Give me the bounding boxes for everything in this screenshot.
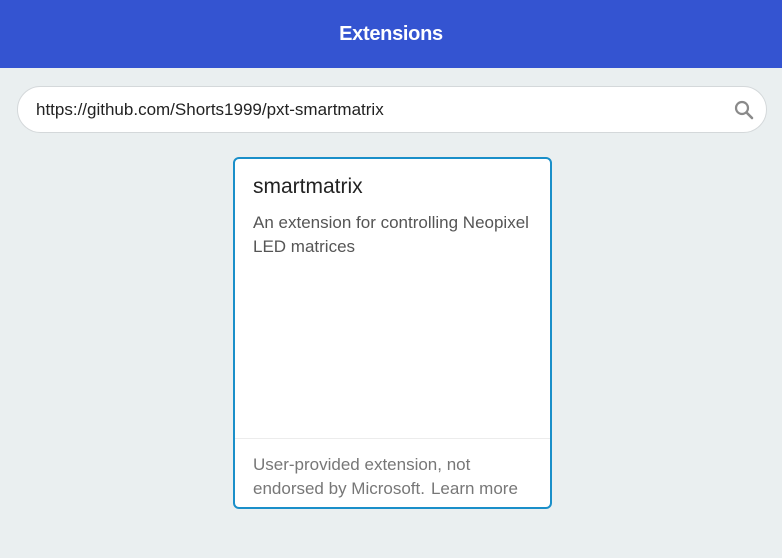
search-box[interactable]: [17, 86, 767, 133]
extension-title: smartmatrix: [253, 175, 363, 198]
learn-more-link[interactable]: Learn more: [431, 479, 518, 498]
search-icon[interactable]: [734, 100, 754, 120]
extension-card[interactable]: smartmatrix An extension for controlling…: [233, 157, 552, 509]
header-bar: Extensions: [0, 0, 782, 68]
card-divider: [235, 438, 550, 439]
page-title: Extensions: [339, 22, 443, 45]
search-input[interactable]: [36, 87, 726, 132]
extension-description: An extension for controlling Neopixel LE…: [253, 213, 529, 256]
card-footer: User-provided extension, not endorsed by…: [253, 453, 543, 501]
